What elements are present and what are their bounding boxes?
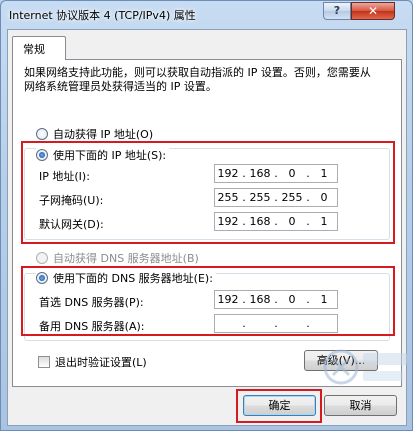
radio-auto-dns-indicator: [36, 252, 48, 264]
ok-button[interactable]: 确定: [243, 395, 316, 416]
alternate-dns-label: 备用 DNS 服务器(A):: [39, 320, 145, 333]
dialog-client-area: 常规 如果网络支持此功能，则可以获取自动指派的 IP 设置。否则，您需要从网络系…: [7, 29, 407, 426]
alternate-dns-input[interactable]: . . .: [214, 314, 338, 333]
advanced-button[interactable]: 高级(V)...: [304, 350, 378, 371]
preferred-dns-label: 首选 DNS 服务器(P):: [39, 296, 144, 309]
radio-manual-ip-label: 使用下面的 IP 地址(S):: [53, 149, 167, 162]
gateway-octet-4: 1: [320, 215, 328, 228]
window-title: Internet 协议版本 4 (TCP/IPv4) 属性: [9, 9, 196, 22]
radio-manual-dns[interactable]: 使用下面的 DNS 服务器地址(E):: [36, 270, 216, 286]
subnet-octet-2: 255: [249, 191, 271, 204]
tab-general[interactable]: 常规: [12, 36, 66, 60]
preferred-dns-octet-1: 192: [217, 293, 239, 306]
radio-auto-ip-indicator: [36, 128, 48, 140]
default-gateway-input[interactable]: 192. 168. 0. 1: [214, 212, 338, 231]
ip-address-octet-1: 192: [217, 167, 239, 180]
radio-auto-ip-label: 自动获得 IP 地址(O): [53, 128, 154, 141]
radio-manual-ip-indicator: [36, 149, 48, 161]
radio-auto-dns[interactable]: 自动获得 DNS 服务器地址(B): [36, 250, 199, 266]
subnet-mask-label: 子网掩码(U):: [39, 194, 104, 207]
ip-address-octet-3: 0: [288, 167, 296, 180]
preferred-dns-octet-4: 1: [320, 293, 328, 306]
cancel-button[interactable]: 取消: [324, 395, 397, 416]
dialog-window: Internet 协议版本 4 (TCP/IPv4) 属性 ? ✕ 常规 如果网…: [0, 0, 413, 431]
title-bar[interactable]: Internet 协议版本 4 (TCP/IPv4) 属性 ? ✕: [1, 1, 412, 27]
ip-address-input[interactable]: 192. 168. 0. 1: [214, 164, 338, 183]
ip-address-octet-4: 1: [320, 167, 328, 180]
subnet-mask-input[interactable]: 255. 255. 255. 0: [214, 188, 338, 207]
subnet-octet-4: 0: [320, 191, 328, 204]
default-gateway-label: 默认网关(D):: [39, 218, 104, 231]
validate-on-exit-label: 退出时验证设置(L): [55, 356, 147, 369]
radio-auto-dns-label: 自动获得 DNS 服务器地址(B): [53, 252, 199, 265]
validate-on-exit-checkbox[interactable]: 退出时验证设置(L): [38, 354, 147, 370]
description-text: 如果网络支持此功能，则可以获取自动指派的 IP 设置。否则，您需要从网络系统管理…: [24, 66, 371, 93]
preferred-dns-octet-2: 168: [249, 293, 271, 306]
radio-auto-ip[interactable]: 自动获得 IP 地址(O): [36, 126, 153, 142]
validate-on-exit-box: [38, 356, 50, 368]
gateway-octet-1: 192: [217, 215, 239, 228]
ip-address-label: IP 地址(I):: [39, 170, 90, 183]
close-button[interactable]: ✕: [351, 2, 395, 20]
ip-address-octet-2: 168: [249, 167, 271, 180]
preferred-dns-input[interactable]: 192. 168. 0. 1: [214, 290, 338, 309]
subnet-octet-1: 255: [217, 191, 239, 204]
help-button[interactable]: ?: [323, 2, 351, 20]
preferred-dns-octet-3: 0: [288, 293, 296, 306]
radio-manual-dns-label: 使用下面的 DNS 服务器地址(E):: [53, 272, 213, 285]
radio-manual-dns-indicator: [36, 272, 48, 284]
radio-manual-ip[interactable]: 使用下面的 IP 地址(S):: [36, 147, 170, 163]
subnet-octet-3: 255: [281, 191, 303, 204]
gateway-octet-3: 0: [288, 215, 296, 228]
gateway-octet-2: 168: [249, 215, 271, 228]
